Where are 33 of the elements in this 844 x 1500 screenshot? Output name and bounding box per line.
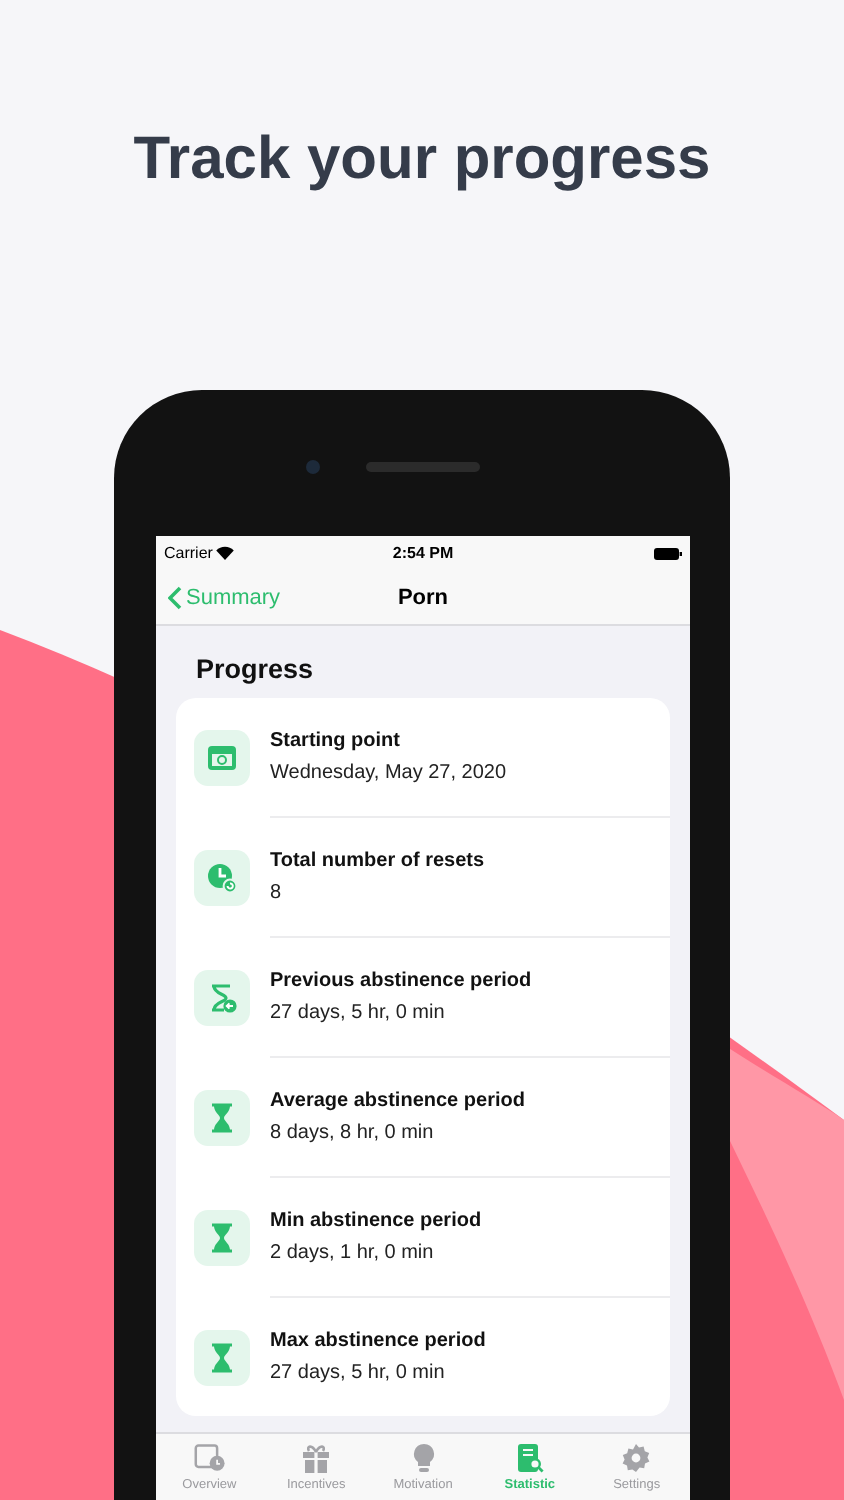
calendar-clock-icon (193, 1442, 226, 1474)
battery-icon (654, 547, 682, 559)
back-button[interactable]: Summary (156, 583, 293, 611)
document-search-icon (513, 1442, 546, 1474)
stat-value: 8 (270, 882, 284, 904)
camera-icon (306, 460, 320, 474)
stat-label: Max abstinence period (270, 1330, 488, 1352)
stat-value: 2 days, 1 hr, 0 min (270, 1242, 436, 1264)
stat-label: Previous abstinence period (270, 970, 534, 992)
hourglass-icon (206, 981, 238, 1013)
calendar-icon (206, 741, 238, 773)
carrier-label: Carrier (164, 544, 213, 562)
status-time: 2:54 PM (392, 544, 454, 562)
stat-label: Starting point (270, 730, 402, 752)
hourglass-icon (206, 1341, 238, 1373)
settings-icon (620, 1442, 653, 1474)
speaker-grille (366, 462, 480, 472)
nav-title: Porn (397, 585, 449, 609)
gift-icon (300, 1442, 333, 1474)
stat-label: Total number of resets (270, 850, 487, 872)
stat-label: Min abstinence period (270, 1210, 484, 1232)
wifi-icon (216, 546, 235, 560)
stat-label: Average abstinence period (270, 1090, 527, 1112)
section-title: Progress (196, 654, 316, 686)
stat-value: 27 days, 5 hr, 0 min (270, 1362, 447, 1384)
stat-value: 27 days, 5 hr, 0 min (270, 1002, 447, 1024)
chevron-left-icon (168, 585, 182, 609)
clock-reset-icon (206, 861, 238, 893)
hourglass-icon (206, 1101, 238, 1133)
stat-value: Wednesday, May 27, 2020 (270, 762, 509, 784)
stat-value: 8 days, 8 hr, 0 min (270, 1122, 436, 1144)
hourglass-icon (206, 1221, 238, 1253)
headline: Track your progress (131, 124, 713, 196)
